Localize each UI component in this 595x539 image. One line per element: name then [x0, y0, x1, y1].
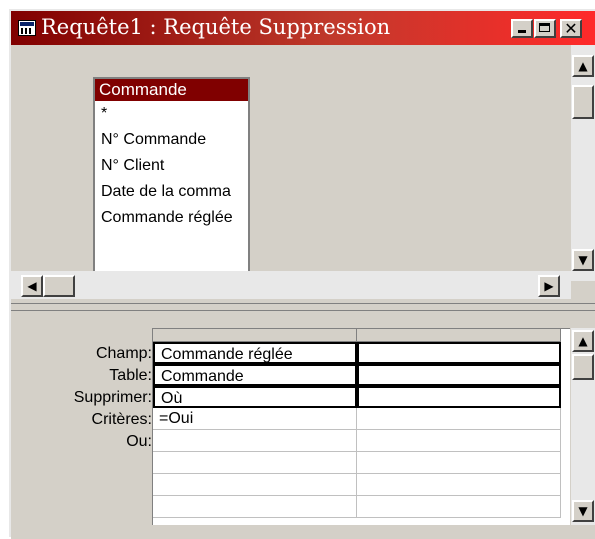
grid-vertical-scrollbar[interactable]: ▲ ▼	[571, 328, 595, 525]
chevron-down-icon: ▼	[578, 253, 588, 267]
hscroll-thumb[interactable]	[43, 275, 75, 297]
table-pane: Commande * N° Commande N° Client Date de…	[11, 45, 571, 289]
title-bar[interactable]: Requête1 : Requête Suppression ✕	[11, 11, 595, 45]
minimize-icon	[518, 30, 526, 33]
upper-vertical-scrollbar[interactable]: ▲ ▼	[571, 45, 595, 281]
grid-cell-empty[interactable]	[357, 496, 561, 518]
row-label-criteres: Critères:	[91, 411, 152, 428]
chevron-down-icon: ▼	[578, 504, 588, 518]
chevron-left-icon: ◀	[27, 279, 37, 293]
row-label-ou: Ou:	[126, 433, 152, 450]
grid-cell-empty[interactable]	[357, 474, 561, 496]
column-selector[interactable]	[357, 329, 561, 342]
grid-cell-criteres[interactable]	[357, 408, 561, 430]
upper-horizontal-scrollbar[interactable]: ◀ ▶	[11, 271, 571, 299]
grid-cell-table[interactable]: Commande	[153, 364, 357, 386]
table-list-title[interactable]: Commande	[95, 79, 248, 101]
field-item[interactable]: *	[95, 101, 248, 127]
row-label-supprimer: Supprimer:	[73, 389, 152, 406]
window-title: Requête1 : Requête Suppression	[41, 15, 391, 39]
grid-scroll-thumb[interactable]	[572, 354, 594, 380]
column-selector[interactable]	[153, 329, 357, 342]
scroll-down-button[interactable]: ▼	[572, 249, 594, 271]
field-item[interactable]: Commande réglée	[95, 205, 248, 231]
grid-cell-ou[interactable]	[357, 430, 561, 452]
row-label-table: Table:	[109, 367, 152, 384]
maximize-button[interactable]	[534, 19, 556, 38]
grid-row-labels: Champ: Table: Supprimer: Critères: Ou:	[11, 343, 152, 453]
field-item[interactable]: N° Client	[95, 153, 248, 179]
grid-cell-table[interactable]	[357, 364, 561, 386]
grid-cell-champ[interactable]: Commande réglée	[153, 342, 357, 364]
minimize-button[interactable]	[511, 19, 533, 38]
grid-cell-empty[interactable]	[153, 474, 357, 496]
chevron-right-icon: ▶	[544, 279, 554, 293]
grid-cell-ou[interactable]	[153, 430, 357, 452]
close-button[interactable]: ✕	[560, 19, 582, 38]
grid-cell-empty[interactable]	[153, 496, 357, 518]
grid-scroll-down-button[interactable]: ▼	[572, 500, 594, 522]
row-label-champ: Champ:	[95, 345, 152, 362]
chevron-up-icon: ▲	[578, 334, 588, 348]
scroll-up-button[interactable]: ▲	[572, 55, 594, 77]
chevron-up-icon: ▲	[578, 59, 588, 73]
grid-cell-empty[interactable]	[153, 452, 357, 474]
grid-cell-supprimer[interactable]: Où	[153, 386, 357, 408]
query-design-grid: Commande réglée Commande Où =Oui	[152, 328, 570, 525]
grid-cell-empty[interactable]	[357, 452, 561, 474]
scroll-thumb[interactable]	[572, 85, 594, 119]
scroll-left-button[interactable]: ◀	[21, 275, 43, 297]
query-grid-pane: Champ: Table: Supprimer: Critères: Ou: C…	[11, 311, 595, 539]
field-item[interactable]: Date de la comma	[95, 179, 248, 205]
query-icon[interactable]	[18, 20, 36, 36]
grid-cell-champ[interactable]	[357, 342, 561, 364]
grid-scroll-up-button[interactable]: ▲	[572, 330, 594, 352]
field-item[interactable]: N° Commande	[95, 127, 248, 153]
close-icon: ✕	[564, 19, 578, 38]
maximize-icon	[539, 23, 550, 32]
scroll-right-button[interactable]: ▶	[538, 275, 560, 297]
query-window: Requête1 : Requête Suppression ✕ Command…	[9, 9, 595, 539]
field-list: * N° Commande N° Client Date de la comma…	[95, 101, 248, 231]
grid-cell-supprimer[interactable]	[357, 386, 561, 408]
grid-cell-criteres[interactable]: =Oui	[153, 408, 357, 430]
table-list-commande[interactable]: Commande * N° Commande N° Client Date de…	[93, 77, 250, 289]
pane-splitter[interactable]	[11, 303, 595, 311]
